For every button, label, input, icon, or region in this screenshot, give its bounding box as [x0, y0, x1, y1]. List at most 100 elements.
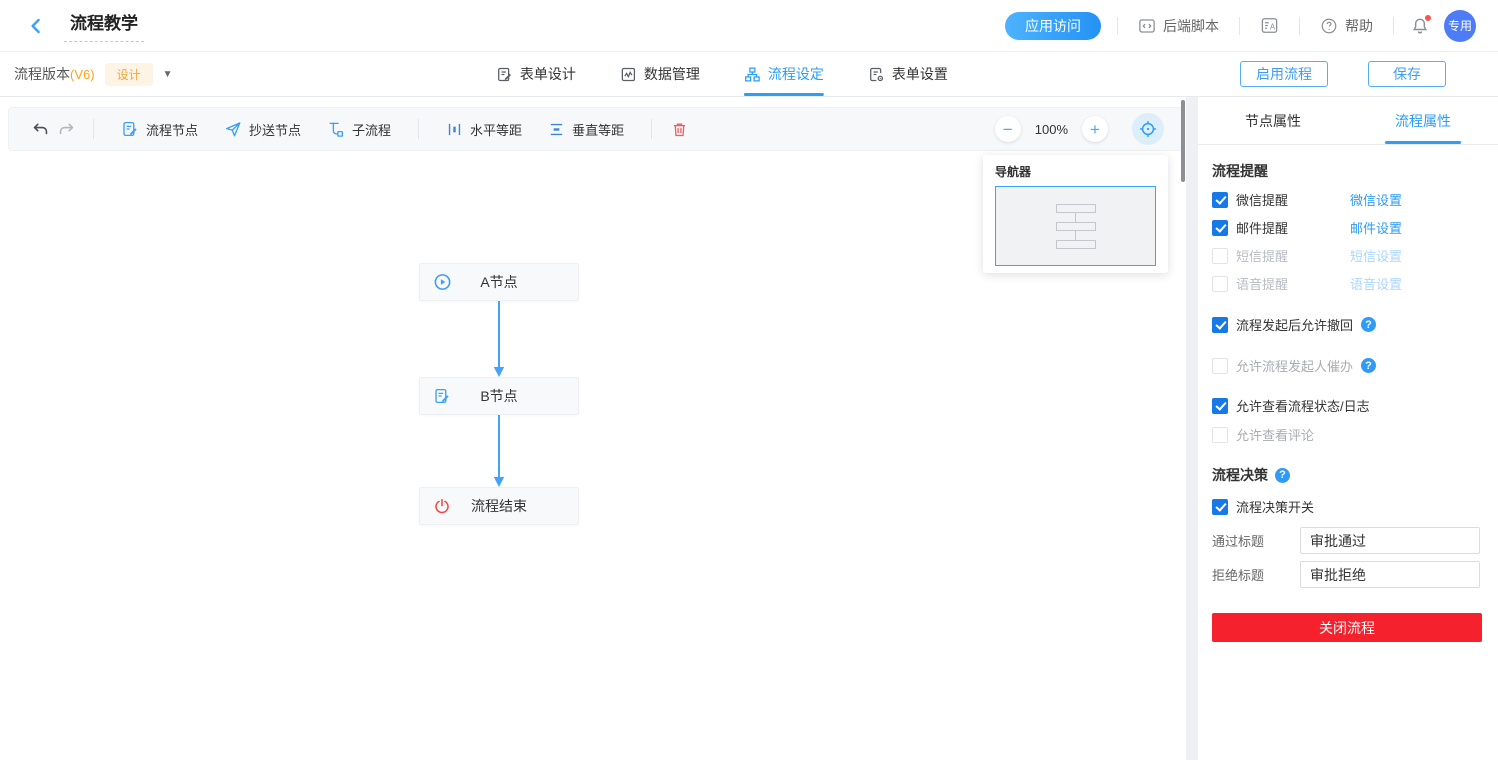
delete-node-button[interactable]	[666, 116, 692, 142]
minimap-node	[1056, 222, 1096, 231]
divider	[651, 119, 652, 139]
navigator-minimap[interactable]	[995, 186, 1156, 266]
flow-node-icon	[121, 120, 139, 138]
minimap-link	[1075, 213, 1076, 222]
sms-settings-link[interactable]: 短信设置	[1350, 246, 1402, 265]
cc-node-label: 抄送节点	[249, 120, 301, 139]
data-chart-icon	[620, 66, 637, 83]
tab-flow-properties[interactable]: 流程属性	[1348, 97, 1498, 144]
option-row-view-status: 允许查看流程状态/日志	[1212, 396, 1484, 415]
flow-node-label: 流程节点	[146, 120, 198, 139]
backend-script-button[interactable]: 后端脚本	[1134, 16, 1223, 36]
option-label: 允许查看流程状态/日志	[1236, 396, 1370, 415]
help-question-icon[interactable]: ?	[1361, 317, 1376, 332]
flow-node-b[interactable]: B节点	[419, 377, 579, 415]
notification-badge	[1424, 14, 1432, 22]
reject-title-input[interactable]	[1300, 561, 1480, 588]
flow-connector-arrow	[491, 415, 507, 487]
close-flow-button[interactable]: 关闭流程	[1212, 613, 1482, 642]
minimap-flow	[1056, 204, 1096, 249]
option-label: 允许流程发起人催办	[1236, 356, 1353, 375]
avatar[interactable]: 专用	[1444, 10, 1476, 42]
reminder-label: 语音提醒	[1236, 274, 1350, 293]
help-question-icon[interactable]: ?	[1275, 468, 1290, 483]
sms-reminder-checkbox[interactable]	[1212, 248, 1228, 264]
canvas-toolbar: 流程节点 抄送节点 子流程 水平等距	[8, 107, 1183, 151]
vertical-spacing-label: 垂直等距	[572, 120, 624, 139]
decision-toggle-checkbox[interactable]	[1212, 499, 1228, 515]
play-circle-icon	[433, 273, 452, 292]
reminder-row-email: 邮件提醒 邮件设置	[1212, 218, 1484, 237]
form-edit-icon	[496, 66, 513, 83]
option-label: 流程决策开关	[1236, 497, 1314, 516]
reminder-row-voice: 语音提醒 语音设置	[1212, 274, 1484, 293]
redo-button[interactable]	[53, 116, 79, 142]
approve-title-input[interactable]	[1300, 527, 1480, 554]
redo-icon	[57, 120, 76, 139]
divider	[93, 119, 94, 139]
wechat-settings-link[interactable]: 微信设置	[1350, 190, 1402, 209]
voice-reminder-checkbox[interactable]	[1212, 276, 1228, 292]
help-question-icon[interactable]: ?	[1361, 358, 1376, 373]
add-cc-node-button[interactable]: 抄送节点	[224, 120, 301, 139]
view-comments-checkbox[interactable]	[1212, 427, 1228, 443]
tab-data-management[interactable]: 数据管理	[620, 52, 700, 96]
flow-node-end[interactable]: 流程结束	[419, 487, 579, 525]
email-settings-link[interactable]: 邮件设置	[1350, 218, 1402, 237]
view-status-checkbox[interactable]	[1212, 398, 1228, 414]
translate-button[interactable]: A	[1256, 16, 1283, 35]
vertical-spacing-button[interactable]: 垂直等距	[548, 120, 624, 139]
allow-withdraw-checkbox[interactable]	[1212, 317, 1228, 333]
notifications-button[interactable]	[1410, 16, 1430, 36]
minimap-node	[1056, 204, 1096, 213]
email-reminder-checkbox[interactable]	[1212, 220, 1228, 236]
undo-button[interactable]	[27, 116, 53, 142]
divider	[1239, 17, 1240, 35]
add-subflow-button[interactable]: 子流程	[327, 120, 391, 139]
app-access-button[interactable]: 应用访问	[1005, 12, 1101, 40]
subflow-label: 子流程	[352, 120, 391, 139]
reminder-label: 微信提醒	[1236, 190, 1350, 209]
zoom-in-button[interactable]: +	[1082, 116, 1108, 142]
option-label: 允许查看评论	[1236, 425, 1314, 444]
navigator-toggle-button[interactable]	[1132, 113, 1164, 145]
tab-label: 流程属性	[1395, 111, 1451, 131]
allow-urge-checkbox[interactable]	[1212, 358, 1228, 374]
flow-connector-arrow	[491, 301, 507, 377]
voice-settings-link[interactable]: 语音设置	[1350, 274, 1402, 293]
zoom-out-button[interactable]: −	[995, 116, 1021, 142]
version-number: (V6)	[70, 67, 95, 82]
field-label: 拒绝标题	[1212, 565, 1300, 584]
navigator-title: 导航器	[995, 163, 1156, 180]
option-row-withdraw: 流程发起后允许撤回 ?	[1212, 315, 1484, 334]
add-flow-node-button[interactable]: 流程节点	[121, 120, 198, 139]
tab-flow-settings[interactable]: 流程设定	[744, 52, 824, 96]
save-button[interactable]: 保存	[1368, 61, 1446, 87]
sub-header: 流程版本 (V6) 设计 ▼ 表单设计 数据管理 流程设定 表单设置	[0, 52, 1498, 97]
approve-title-field-row: 通过标题	[1212, 527, 1484, 554]
minimap-node	[1056, 240, 1096, 249]
tab-node-properties[interactable]: 节点属性	[1198, 97, 1348, 144]
tab-form-design[interactable]: 表单设计	[496, 52, 576, 96]
wechat-reminder-checkbox[interactable]	[1212, 192, 1228, 208]
tab-form-settings[interactable]: 表单设置	[868, 52, 948, 96]
horizontal-spacing-button[interactable]: 水平等距	[446, 120, 522, 139]
question-circle-icon	[1320, 17, 1338, 35]
enable-flow-button[interactable]: 启用流程	[1240, 61, 1328, 87]
node-label: 流程结束	[471, 496, 527, 516]
reminder-section-title: 流程提醒	[1212, 161, 1484, 181]
option-row-decision-toggle: 流程决策开关	[1212, 497, 1484, 516]
flow-canvas[interactable]: 流程节点 抄送节点 子流程 水平等距	[0, 97, 1186, 760]
undo-icon	[31, 120, 50, 139]
back-chevron-icon	[27, 17, 45, 35]
flow-node-a[interactable]: A节点	[419, 263, 579, 301]
backend-script-label: 后端脚本	[1163, 16, 1219, 36]
paper-plane-icon	[224, 120, 242, 138]
back-button[interactable]	[22, 12, 50, 40]
reminder-row-wechat: 微信提醒 微信设置	[1212, 190, 1484, 209]
canvas-scrollbar[interactable]	[1181, 100, 1185, 182]
app-header: 流程教学 应用访问 后端脚本 A 帮助	[0, 0, 1498, 52]
version-dropdown[interactable]: ▼	[163, 69, 173, 80]
org-chart-icon	[744, 66, 761, 83]
help-button[interactable]: 帮助	[1316, 16, 1377, 36]
